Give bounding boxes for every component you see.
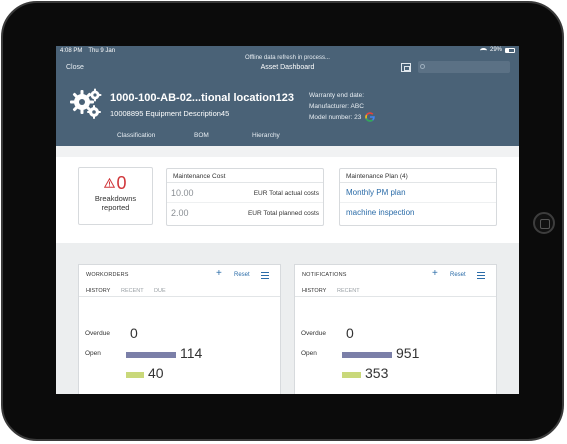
home-button[interactable]	[533, 212, 555, 234]
search-input[interactable]	[428, 61, 508, 73]
breakdowns-label: Breakdowns reported	[79, 194, 152, 212]
barcode-scan-icon[interactable]	[401, 63, 411, 72]
stat-row-overdue[interactable]: Overdue 0	[79, 325, 280, 345]
google-icon[interactable]	[365, 112, 376, 123]
stat-bar	[126, 372, 144, 378]
warning-icon	[104, 178, 116, 188]
asset-meta: Warranty end date: Manufacturer: ABC Mod…	[309, 90, 376, 123]
asset-header: Offline data refresh in process... Close…	[56, 55, 519, 146]
workorders-header: WORKORDERS + Reset	[79, 265, 280, 285]
tab-recent[interactable]: RECENT	[337, 288, 360, 294]
tab-history[interactable]: HISTORY	[302, 288, 326, 294]
battery-icon	[505, 47, 515, 53]
tab-bom[interactable]: BOM	[194, 132, 209, 139]
status-date: Thu 9 Jan	[88, 47, 116, 54]
stat-value: 40	[148, 365, 164, 381]
tab-due[interactable]: DUE	[154, 288, 166, 294]
battery-percent: 29%	[489, 47, 502, 53]
stat-value: 951	[396, 345, 420, 361]
plan-link-machine-inspection[interactable]: machine inspection	[340, 203, 496, 223]
actual-cost-value: 10.00	[171, 188, 194, 198]
stat-label: Open	[85, 350, 101, 357]
maintenance-cost-card: Maintenance Cost 10.00 EUR Total actual …	[166, 168, 324, 226]
equipment-description: 10008895 Equipment Description45	[110, 109, 230, 118]
add-notification-button[interactable]: +	[432, 269, 438, 279]
search-field[interactable]	[418, 61, 510, 73]
workorders-subtabs: HISTORY RECENT DUE	[79, 285, 280, 297]
breakdowns-count: 0	[116, 173, 127, 193]
status-time: 4:08 PM	[60, 47, 83, 54]
stat-value: 0	[130, 325, 138, 341]
stat-row-third[interactable]: 353	[295, 365, 496, 385]
section-divider	[56, 146, 519, 157]
asset-tabs: Classification BOM Hierarchy	[56, 130, 519, 146]
notifications-header: NOTIFICATIONS + Reset	[295, 265, 496, 285]
workorders-title: WORKORDERS	[86, 272, 129, 278]
stat-value: 0	[346, 325, 354, 341]
stat-row-overdue[interactable]: Overdue 0	[295, 325, 496, 345]
wifi-icon	[479, 47, 487, 53]
stat-row-open[interactable]: Open 951	[295, 345, 496, 365]
status-right: 29%	[479, 47, 515, 53]
notifications-subtabs: HISTORY RECENT	[295, 285, 496, 297]
app-screen: 4:08 PM Thu 9 Jan 29% Offline data refre…	[56, 46, 519, 394]
workorders-panel: WORKORDERS + Reset HISTORY RECENT DUE Ov…	[78, 264, 281, 394]
notifications-reset-button[interactable]: Reset	[450, 272, 466, 278]
summary-section: 0 Breakdowns reported Maintenance Cost 1…	[56, 157, 519, 243]
cost-row: 10.00 EUR Total actual costs	[167, 183, 323, 203]
stat-row-open[interactable]: Open 114	[79, 345, 280, 365]
stat-bar	[342, 372, 361, 378]
tab-recent[interactable]: RECENT	[121, 288, 144, 294]
breakdowns-label-line2: reported	[101, 203, 130, 212]
model-row: Model number: 23	[309, 112, 376, 123]
equipment-title: 1000-100-AB-02...tional location123	[110, 92, 295, 104]
stat-row-third[interactable]: 40	[79, 365, 280, 385]
breakdowns-card[interactable]: 0 Breakdowns reported	[78, 167, 153, 225]
stat-bar	[342, 352, 392, 358]
maintenance-plan-card: Maintenance Plan (4) Monthly PM plan mac…	[339, 168, 497, 226]
planned-cost-value: 2.00	[171, 208, 189, 218]
actual-cost-label: EUR Total actual costs	[253, 190, 319, 197]
stat-label: Overdue	[85, 330, 110, 337]
filter-icon[interactable]	[477, 272, 485, 279]
notifications-panel: NOTIFICATIONS + Reset HISTORY RECENT Ove…	[294, 264, 497, 394]
cost-row: 2.00 EUR Total planned costs	[167, 203, 323, 223]
breakdowns-label-line1: Breakdowns	[94, 194, 137, 203]
gears-icon	[70, 88, 102, 119]
manufacturer-label: Manufacturer: ABC	[309, 103, 364, 110]
lists-section: WORKORDERS + Reset HISTORY RECENT DUE Ov…	[56, 264, 519, 394]
notifications-title: NOTIFICATIONS	[302, 272, 347, 278]
stat-value: 114	[180, 345, 203, 361]
stat-label: Open	[301, 350, 317, 357]
tab-classification[interactable]: Classification	[117, 132, 155, 139]
planned-cost-label: EUR Total planned costs	[247, 210, 319, 217]
search-icon	[420, 64, 425, 69]
status-bar: 4:08 PM Thu 9 Jan 29%	[56, 46, 519, 55]
maintenance-plan-title: Maintenance Plan (4)	[340, 169, 496, 183]
section-divider	[56, 243, 519, 264]
stat-bar	[126, 352, 176, 358]
tab-history[interactable]: HISTORY	[86, 288, 110, 294]
maintenance-cost-title: Maintenance Cost	[167, 169, 323, 183]
tab-hierarchy[interactable]: Hierarchy	[252, 132, 280, 139]
warranty-label: Warranty end date:	[309, 92, 365, 99]
add-workorder-button[interactable]: +	[216, 269, 222, 279]
workorders-reset-button[interactable]: Reset	[234, 272, 250, 278]
stat-value: 353	[365, 365, 389, 381]
breakdowns-indicator: 0	[79, 174, 152, 192]
filter-icon[interactable]	[261, 272, 269, 279]
model-label: Model number: 23	[309, 114, 362, 121]
stat-label: Overdue	[301, 330, 326, 337]
plan-link-monthly-pm[interactable]: Monthly PM plan	[340, 183, 496, 203]
